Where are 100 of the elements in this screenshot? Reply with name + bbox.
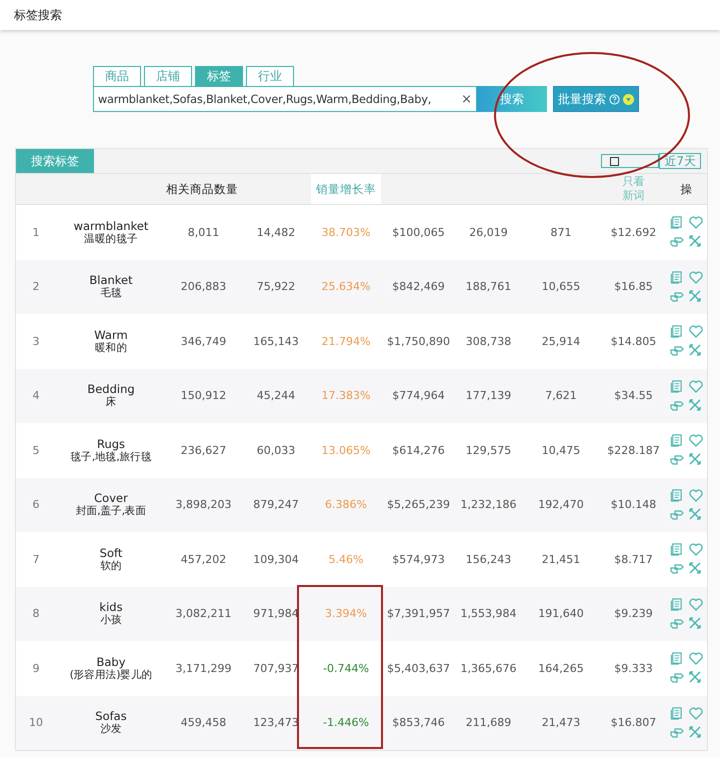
document-icon[interactable] xyxy=(670,325,682,338)
table-cell: 1,365,676 xyxy=(460,662,516,675)
heart-icon[interactable] xyxy=(688,325,702,338)
table-cell: 45,244 xyxy=(256,389,296,402)
search-tab[interactable]: 行业 xyxy=(246,66,294,86)
document-icon[interactable] xyxy=(670,488,682,502)
cross-icon[interactable] xyxy=(688,562,700,574)
table-cell: 8,011 xyxy=(188,226,220,239)
document-icon[interactable] xyxy=(670,270,682,284)
keyword: Soft xyxy=(98,546,124,560)
table-cell: 75,922 xyxy=(256,280,296,294)
keyword-translation: 软的 xyxy=(99,560,123,572)
heart-icon[interactable] xyxy=(688,598,702,611)
cross-icon[interactable] xyxy=(688,726,700,738)
batch-search-button[interactable]: 批量搜索 xyxy=(553,86,639,112)
share-icon[interactable] xyxy=(670,562,684,576)
share-icon[interactable] xyxy=(670,726,684,739)
cross-icon[interactable] xyxy=(688,344,700,356)
document-icon[interactable] xyxy=(670,652,682,666)
keyword-translation: 小孩 xyxy=(99,614,123,626)
row-number: 10 xyxy=(29,716,43,730)
table-cell: 206,883 xyxy=(180,280,226,294)
heart-icon[interactable] xyxy=(688,652,702,666)
clear-button[interactable]: × xyxy=(461,92,472,106)
table-cell: $100,065 xyxy=(392,226,445,239)
cross-icon[interactable] xyxy=(688,508,700,520)
document-icon[interactable] xyxy=(670,706,682,720)
cross-icon[interactable] xyxy=(688,671,700,684)
keyword-translation: 床 xyxy=(104,396,118,408)
share-icon[interactable] xyxy=(670,671,684,684)
share-icon[interactable] xyxy=(670,616,684,630)
table-cell: 109,304 xyxy=(253,552,299,566)
share-icon[interactable] xyxy=(670,290,684,303)
heart-icon[interactable] xyxy=(688,216,702,230)
row-number: 9 xyxy=(32,662,40,675)
document-icon[interactable] xyxy=(670,216,682,230)
table-cell: 236,627 xyxy=(180,444,226,457)
heart-icon[interactable] xyxy=(688,380,702,393)
share-icon[interactable] xyxy=(670,344,684,358)
keyword: Cover xyxy=(93,492,128,506)
table-cell: $5,403,637 xyxy=(387,662,450,675)
share-icon[interactable] xyxy=(670,398,684,412)
document-icon[interactable] xyxy=(670,598,682,611)
table-cell: 1,553,984 xyxy=(460,607,516,620)
search-tab[interactable]: 商品 xyxy=(93,66,141,86)
table-cell: 21,451 xyxy=(542,552,580,566)
growth-rate: 3.394% xyxy=(325,607,367,620)
filter-field[interactable] xyxy=(601,154,660,168)
table-cell: 14,482 xyxy=(256,226,296,239)
cross-icon[interactable] xyxy=(688,616,700,629)
growth-rate: -0.744% xyxy=(323,662,369,675)
table-cell: 26,019 xyxy=(469,226,508,239)
table-cell: 191,640 xyxy=(538,607,584,620)
table-cell: 457,202 xyxy=(180,552,226,566)
share-icon[interactable] xyxy=(670,235,684,248)
search-button[interactable]: 搜索 xyxy=(477,86,547,112)
document-icon[interactable] xyxy=(670,434,682,448)
page-title: 标签搜索 xyxy=(14,6,62,24)
keyword-translation: 毯子,地毯,旅行毯 xyxy=(70,450,152,463)
document-icon[interactable] xyxy=(670,380,682,393)
search-tab[interactable]: 标签 xyxy=(195,66,243,86)
panel-tab[interactable]: 搜索标签 xyxy=(16,149,94,173)
cross-icon[interactable] xyxy=(688,453,700,466)
table-cell: $34.55 xyxy=(614,389,653,402)
table-cell: $10.148 xyxy=(610,498,656,512)
keyword: Blanket xyxy=(88,274,134,288)
table-cell: 879,247 xyxy=(253,498,299,512)
heart-icon[interactable] xyxy=(688,434,702,448)
column-header[interactable]: 销量增长率 xyxy=(316,182,376,196)
table-cell: 60,033 xyxy=(256,444,296,457)
keyword: Rugs xyxy=(96,438,126,451)
heart-icon[interactable] xyxy=(688,706,702,720)
share-icon[interactable] xyxy=(670,453,684,466)
table-cell: $5,265,239 xyxy=(387,498,450,512)
keyword-translation: 毛毯 xyxy=(99,287,123,300)
table-cell: $574,973 xyxy=(392,552,445,566)
heart-icon[interactable] xyxy=(688,270,702,284)
table-cell: 211,689 xyxy=(466,716,512,730)
cross-icon[interactable] xyxy=(688,290,700,302)
document-icon[interactable] xyxy=(670,543,682,556)
search-tab[interactable]: 店铺 xyxy=(144,66,192,86)
table-cell: 3,898,203 xyxy=(176,498,232,512)
table-cell: 150,912 xyxy=(180,389,226,402)
keyword: Sofas xyxy=(94,710,128,724)
keyword-translation: 温暖的毯子 xyxy=(83,232,139,245)
column-header: 操 xyxy=(680,182,692,196)
row-number: 6 xyxy=(32,498,40,512)
heart-icon[interactable] xyxy=(688,488,702,502)
share-icon[interactable] xyxy=(670,508,684,521)
cross-icon[interactable] xyxy=(688,398,700,411)
table-cell: 459,458 xyxy=(180,716,226,730)
heart-icon[interactable] xyxy=(688,543,702,556)
help-icon xyxy=(609,94,620,104)
table-cell: 123,473 xyxy=(253,716,299,730)
search-field[interactable]: warmblanket,Sofas,Blanket,Cover,Rugs,Warm,Bedding,Baby, × xyxy=(93,86,477,112)
row-number: 3 xyxy=(32,334,40,348)
growth-rate: -1.446% xyxy=(323,716,369,730)
table-cell: 156,243 xyxy=(466,552,512,566)
period-button[interactable]: 近7天 xyxy=(659,153,701,169)
cross-icon[interactable] xyxy=(688,235,700,248)
